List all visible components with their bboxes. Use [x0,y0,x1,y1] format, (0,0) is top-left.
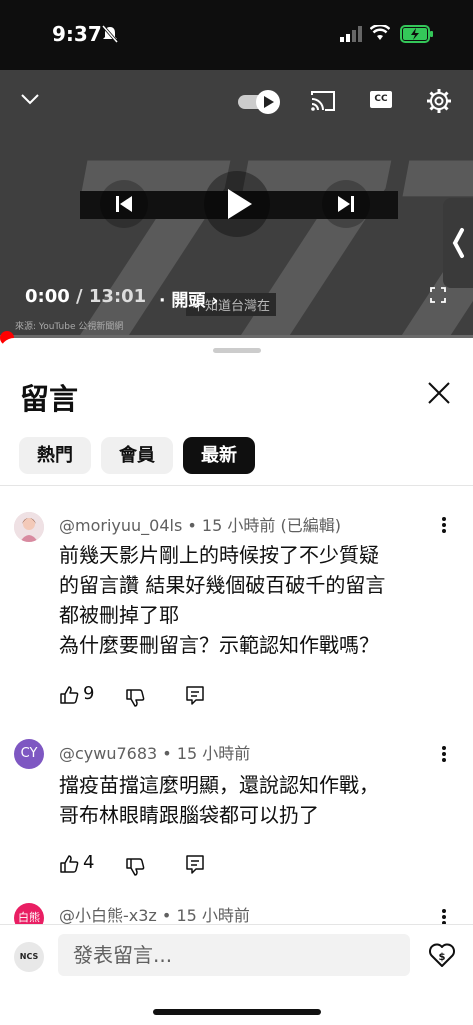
comments-sheet: 留言 熱門 會員 最新 @moriyuu_04ls • 15 小時前 (已編輯)… [0,338,473,1024]
comment-line: 擋疫苗擋這麼明顯，還說認知作戰， [59,773,379,797]
like-count: 4 [83,852,95,873]
comment-time: 15 小時前 [176,906,250,925]
comment-line: 前幾天影片剛上的時候按了不少質疑 [59,543,379,567]
like-count: 9 [83,683,95,704]
comment-line: 的留言讚 結果好幾個破百破千的留言 [59,573,386,597]
sheet-grabber[interactable] [213,348,261,353]
chevron-right-icon: › [211,291,219,311]
avatar[interactable]: CY [14,739,44,769]
avatar-image [14,512,44,542]
comment-author[interactable]: @cywu7683 [59,744,157,763]
chip-newest[interactable]: 最新 [183,437,255,474]
thumbs-down-icon[interactable] [125,688,145,708]
user-avatar[interactable]: NCS [14,942,44,972]
comment-time: 15 小時前 [176,744,251,763]
avatar[interactable] [14,512,44,542]
chip-hot[interactable]: 熱門 [19,437,91,474]
divider [0,485,473,486]
comment-composer: NCS 發表留言... $ [0,924,473,1025]
comment-line: 都被刪掉了耶 [59,603,179,627]
wifi-icon [370,25,390,40]
comment-body: 前幾天影片剛上的時候按了不少質疑 的留言讚 結果好幾個破百破千的留言 都被刪掉了… [59,540,459,660]
play-button[interactable] [204,171,270,237]
comment-line: 為什麼要刪留言？示範認知作戰嗎？ [59,633,379,657]
comment-meta: @cywu7683 • 15 小時前 [59,744,251,763]
next-button[interactable] [322,180,370,228]
skip-previous-icon [116,196,132,212]
comment-edited: (已編輯) [280,516,341,535]
video-source-label: 來源: YouTube 公視新聞網 [15,322,124,332]
more-options-icon[interactable] [441,516,447,534]
chip-members[interactable]: 會員 [101,437,173,474]
settings-gear-icon[interactable] [426,88,452,114]
close-icon[interactable] [426,380,452,406]
comment-meta: @小白熊-x3z • 15 小時前 [59,906,250,925]
comment-author[interactable]: @小白熊-x3z [59,906,157,925]
chapter-button[interactable]: · 開頭 › [159,286,218,311]
time-separator: / [69,286,89,307]
comment-time: 15 小時前 [201,516,276,535]
reply-icon[interactable] [186,855,204,875]
thumbs-up-icon[interactable] [59,685,79,705]
super-thanks-icon[interactable]: $ [428,941,456,969]
sheet-title: 留言 [20,382,79,416]
comment-input[interactable]: 發表留言... [58,934,410,976]
chevron-left-icon [452,228,464,258]
thumbs-up-icon[interactable] [59,854,79,874]
play-icon [228,189,252,219]
skip-next-icon [338,196,354,212]
captions-button[interactable]: CC [370,91,392,108]
time-current: 0:00 [25,286,70,307]
status-bar: 9:37 [0,0,473,70]
cellular-signal-icon [340,26,362,42]
video-player[interactable]: 777 CC [0,70,473,338]
battery-charging-icon [400,25,433,43]
timecode: 0:00 / 13:01 [25,286,146,307]
chapter-label: 開頭 [171,291,206,311]
chapter-dot: · [159,291,166,311]
clock: 9:37 [52,22,102,46]
home-indicator [153,1009,321,1015]
reply-icon[interactable] [186,686,204,706]
bell-muted-icon [101,25,119,43]
comment-body: 擋疫苗擋這麼明顯，還說認知作戰， 哥布林眼睛跟腦袋都可以扔了 [59,770,459,830]
minimize-chevron-icon[interactable] [20,92,40,106]
time-total: 13:01 [88,286,147,307]
thumbs-down-icon[interactable] [125,857,145,877]
cast-icon[interactable] [310,90,336,112]
svg-text:$: $ [439,952,446,963]
comment-meta: @moriyuu_04ls • 15 小時前 (已編輯) [59,516,341,535]
fullscreen-icon[interactable] [430,287,446,303]
comment-author[interactable]: @moriyuu_04ls [59,516,182,535]
more-options-icon[interactable] [441,745,447,763]
autoplay-toggle[interactable] [236,88,282,116]
comment-line: 哥布林眼睛跟腦袋都可以扔了 [59,803,319,827]
previous-button[interactable] [100,180,148,228]
side-panel-handle[interactable] [443,198,473,288]
